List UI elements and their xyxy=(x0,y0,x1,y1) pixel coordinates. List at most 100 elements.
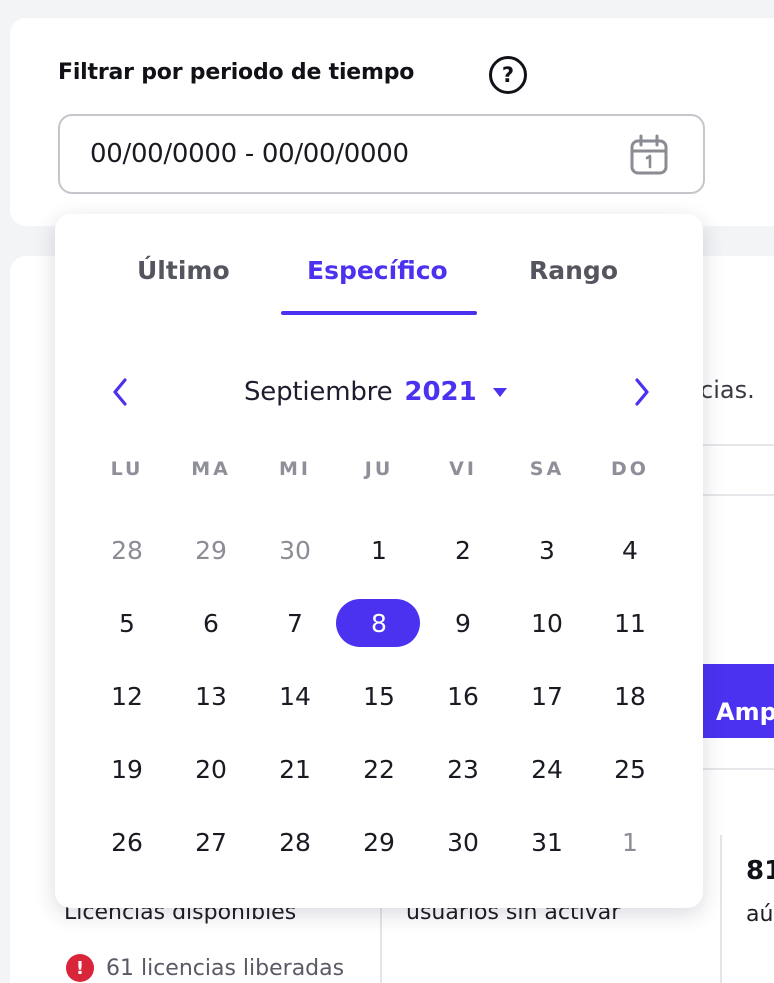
day-cell[interactable]: 5 xyxy=(85,599,169,649)
day-number: 12 xyxy=(111,682,143,711)
calendar-icon[interactable] xyxy=(629,134,669,176)
day-number: 11 xyxy=(614,609,646,638)
divider xyxy=(700,444,774,446)
day-number: 15 xyxy=(363,682,395,711)
day-number: 4 xyxy=(622,536,638,565)
day-cell[interactable]: 24 xyxy=(505,745,589,795)
day-cell[interactable]: 30 xyxy=(421,818,505,868)
day-number: 13 xyxy=(195,682,227,711)
day-number: 29 xyxy=(195,536,227,565)
year-label: 2021 xyxy=(404,377,477,407)
day-cell[interactable]: 12 xyxy=(85,672,169,722)
day-cell[interactable]: 31 xyxy=(505,818,589,868)
day-cell[interactable]: 11 xyxy=(588,599,672,649)
weekday-ma: MA xyxy=(191,458,231,480)
day-cell[interactable]: 13 xyxy=(169,672,253,722)
day-cell[interactable]: 29 xyxy=(169,526,253,576)
day-cell[interactable]: 28 xyxy=(85,526,169,576)
weekday-mi: MI xyxy=(279,458,311,480)
day-cell[interactable]: 28 xyxy=(253,818,337,868)
amp-button[interactable]: Amp xyxy=(700,664,774,738)
day-cell[interactable]: 10 xyxy=(505,599,589,649)
weekday-ju: JU xyxy=(364,458,394,480)
day-cell[interactable]: 1 xyxy=(588,818,672,868)
day-number: 18 xyxy=(614,682,646,711)
day-cell[interactable]: 25 xyxy=(588,745,672,795)
day-cell[interactable]: 7 xyxy=(253,599,337,649)
chevron-right-icon xyxy=(635,378,649,406)
day-cell[interactable]: 15 xyxy=(337,672,421,722)
day-number: 21 xyxy=(279,755,311,784)
calendar-popup: Último Específico Rango Septiembre 2021 … xyxy=(55,214,703,908)
day-cell[interactable]: 30 xyxy=(253,526,337,576)
day-number: 20 xyxy=(195,755,227,784)
day-cell[interactable]: 20 xyxy=(169,745,253,795)
weekday-vi: VI xyxy=(449,458,477,480)
day-number: 17 xyxy=(531,682,563,711)
day-cell[interactable]: 26 xyxy=(85,818,169,868)
date-range-value: 00/00/0000 - 00/00/0000 xyxy=(90,139,409,169)
day-cell[interactable]: 14 xyxy=(253,672,337,722)
day-number: 2 xyxy=(455,536,471,565)
caret-down-icon xyxy=(492,387,507,397)
divider xyxy=(700,768,774,770)
alert-icon: ! xyxy=(66,954,94,982)
tab-ultimo[interactable]: Último xyxy=(137,256,230,285)
day-number: 29 xyxy=(363,828,395,857)
day-cell[interactable]: 27 xyxy=(169,818,253,868)
divider xyxy=(700,494,774,496)
day-cell[interactable]: 16 xyxy=(421,672,505,722)
day-cell[interactable]: 6 xyxy=(169,599,253,649)
day-cell[interactable]: 18 xyxy=(588,672,672,722)
day-cell-selected[interactable]: 8 xyxy=(336,599,421,649)
day-number: 27 xyxy=(195,828,227,857)
day-number: 1 xyxy=(371,536,387,565)
day-number: 28 xyxy=(279,828,311,857)
day-number: 9 xyxy=(455,609,471,638)
day-number: 16 xyxy=(447,682,479,711)
tab-especifico[interactable]: Específico xyxy=(307,256,448,285)
day-number: 7 xyxy=(287,609,303,638)
day-cell[interactable]: 29 xyxy=(337,818,421,868)
day-cell[interactable]: 23 xyxy=(421,745,505,795)
weekday-lu: LU xyxy=(110,458,144,480)
day-number: 6 xyxy=(203,609,219,638)
day-number: 10 xyxy=(531,609,563,638)
day-number: 22 xyxy=(363,755,395,784)
released-licenses-text: 61 licencias liberadas xyxy=(106,955,345,981)
date-range-input[interactable]: 00/00/0000 - 00/00/0000 xyxy=(58,114,705,194)
month-year-selector[interactable]: Septiembre 2021 xyxy=(244,372,507,412)
day-cell[interactable]: 2 xyxy=(421,526,505,576)
weekday-sa: SA xyxy=(529,458,565,480)
day-number: 3 xyxy=(539,536,555,565)
day-cell[interactable]: 1 xyxy=(337,526,421,576)
day-number: 26 xyxy=(111,828,143,857)
day-cell[interactable]: 4 xyxy=(588,526,672,576)
partial-description: cias. xyxy=(700,376,755,404)
day-number: 14 xyxy=(279,682,311,711)
day-number: 8 xyxy=(371,609,387,638)
day-cell[interactable]: 21 xyxy=(253,745,337,795)
day-number: 24 xyxy=(531,755,563,784)
next-month-button[interactable] xyxy=(627,372,657,412)
weekday-do: DO xyxy=(611,458,649,480)
active-tab-indicator xyxy=(281,311,477,315)
stat-label: aú xyxy=(746,902,774,927)
day-number: 1 xyxy=(622,828,638,857)
day-cell[interactable]: 19 xyxy=(85,745,169,795)
day-number: 31 xyxy=(531,828,563,857)
day-number: 30 xyxy=(447,828,479,857)
day-cell[interactable]: 3 xyxy=(505,526,589,576)
day-number: 30 xyxy=(279,536,311,565)
day-number: 28 xyxy=(111,536,143,565)
day-cell[interactable]: 17 xyxy=(505,672,589,722)
stat-divider xyxy=(720,835,722,983)
previous-month-button[interactable] xyxy=(105,372,135,412)
filter-title: Filtrar por periodo de tiempo xyxy=(58,60,415,85)
page: cias. Amp 81 aú Licencias disponibles us… xyxy=(0,0,774,983)
tab-rango[interactable]: Rango xyxy=(529,256,618,285)
day-cell[interactable]: 9 xyxy=(421,599,505,649)
stat-divider xyxy=(380,905,382,983)
help-icon[interactable]: ? xyxy=(489,56,527,94)
day-cell[interactable]: 22 xyxy=(337,745,421,795)
